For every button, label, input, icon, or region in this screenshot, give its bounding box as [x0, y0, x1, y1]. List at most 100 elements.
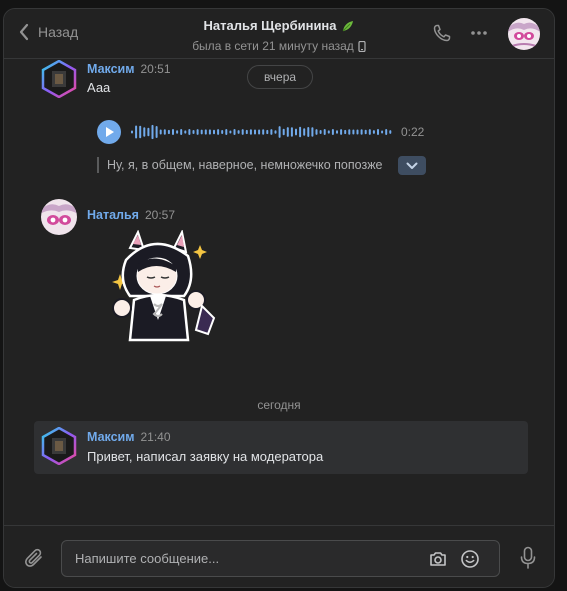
mobile-icon	[358, 40, 366, 52]
waveform-bar	[233, 129, 236, 135]
transcript-text: Ну, я, в общем, наверное, немножечко поп…	[107, 158, 383, 172]
peer-name-text: Наталья Щербинина	[203, 18, 337, 33]
message-text: Привет, написал заявку на модератора	[87, 449, 324, 464]
waveform-bar	[159, 129, 162, 135]
voice-message: 0:22	[97, 118, 437, 146]
waveform-bar	[282, 128, 285, 136]
waveform-bar	[348, 129, 351, 135]
waveform-bar	[237, 130, 240, 134]
message-composer: Напишите сообщение...	[4, 525, 554, 587]
waveform-bar	[151, 124, 154, 140]
waveform-bar	[299, 126, 302, 138]
waveform-bar	[172, 129, 174, 135]
waveform-bar	[274, 130, 277, 134]
waveform-bar	[204, 129, 207, 135]
message-author[interactable]: Максим 21:40	[87, 430, 171, 444]
waveform-bar	[213, 129, 215, 135]
waveform-bar	[184, 130, 187, 134]
waveform-bar	[364, 129, 367, 135]
peer-status: была в сети 21 минуту назад	[192, 39, 366, 53]
waveform-bar	[340, 129, 343, 135]
hexagon-avatar-image	[41, 426, 77, 466]
anime-avatar-image	[41, 199, 77, 235]
message-input[interactable]: Напишите сообщение...	[61, 540, 500, 577]
date-separator-today: сегодня	[257, 398, 301, 412]
waveform-bar	[381, 130, 384, 134]
waveform-bar	[192, 129, 195, 135]
sticker[interactable]	[104, 228, 224, 350]
message-author[interactable]: Максим 20:51	[87, 62, 171, 76]
waveform-bar	[295, 128, 297, 136]
waveform-bar	[135, 125, 138, 139]
peer-status-text: была в сети 21 минуту назад	[192, 39, 354, 53]
peer-avatar[interactable]	[508, 18, 540, 50]
waveform-bar	[147, 127, 150, 137]
waveform-bar	[249, 129, 252, 135]
voice-waveform[interactable]	[131, 118, 393, 146]
waveform-bar	[180, 129, 183, 135]
waveform-bar	[155, 125, 158, 139]
waveform-bar	[389, 130, 392, 134]
peer-name: Наталья Щербинина	[203, 18, 354, 33]
expand-transcript-button[interactable]	[398, 156, 426, 175]
waveform-bar	[258, 129, 261, 135]
anime-avatar-image	[508, 18, 540, 50]
message-author[interactable]: Наталья 20:57	[87, 208, 175, 222]
waveform-bar	[131, 130, 133, 134]
waveform-bar	[290, 127, 293, 137]
waveform-bar	[270, 129, 273, 135]
waveform-bar	[241, 129, 244, 135]
waveform-bar	[311, 127, 314, 137]
waveform-bar	[286, 127, 289, 137]
paperclip-icon[interactable]	[24, 546, 46, 570]
waveform-bar	[385, 129, 388, 135]
waveform-bar	[188, 129, 191, 135]
transcript-bar	[97, 157, 99, 173]
author-name: Максим	[87, 430, 135, 444]
phone-icon[interactable]	[432, 23, 452, 43]
waveform-bar	[360, 129, 363, 135]
waveform-bar	[229, 130, 232, 134]
author-avatar[interactable]	[40, 59, 78, 99]
chat-header: Назад Наталья Щербинина была в сети 21 м…	[4, 9, 554, 59]
author-avatar[interactable]	[40, 198, 78, 236]
waveform-bar	[319, 130, 322, 134]
message-text: Ааа	[87, 80, 111, 95]
waveform-bar	[254, 129, 256, 135]
leaf-emoji-icon	[342, 20, 353, 31]
waveform-bar	[266, 129, 269, 135]
waveform-bar	[372, 130, 375, 134]
waveform-bar	[225, 129, 228, 135]
message-time: 20:51	[140, 62, 171, 76]
waveform-bar	[336, 130, 338, 134]
waveform-bar	[262, 129, 265, 135]
more-icon[interactable]	[469, 23, 489, 43]
message-input-placeholder: Напишите сообщение...	[75, 551, 220, 566]
waveform-bar	[307, 126, 310, 138]
waveform-bar	[331, 129, 334, 135]
message-time: 20:57	[144, 208, 176, 222]
play-icon[interactable]	[97, 120, 121, 144]
waveform-bar	[167, 129, 170, 135]
waveform-bar	[200, 129, 203, 135]
smile-icon[interactable]	[460, 549, 480, 569]
waveform-bar	[303, 128, 306, 136]
waveform-bar	[221, 130, 224, 134]
waveform-bar	[368, 129, 371, 135]
message-feed[interactable]: вчера Максим 20:51 Ааа 0:22 Ну, я, в общ…	[4, 59, 554, 525]
message-time: 21:40	[140, 430, 171, 444]
date-separator-yesterday: вчера	[247, 65, 313, 89]
hexagon-avatar-image	[41, 59, 77, 99]
waveform-bar	[356, 129, 359, 135]
camera-icon[interactable]	[428, 549, 448, 569]
waveform-bar	[196, 129, 199, 135]
mic-icon[interactable]	[520, 546, 536, 570]
waveform-bar	[208, 129, 211, 135]
message-item-highlighted[interactable]: Максим 21:40 Привет, написал заявку на мо…	[34, 421, 528, 474]
voice-duration: 0:22	[401, 125, 425, 139]
waveform-bar	[163, 129, 166, 135]
waveform-bar	[176, 130, 179, 134]
waveform-bar	[327, 130, 330, 134]
waveform-bar	[352, 129, 355, 135]
author-avatar[interactable]	[40, 426, 78, 466]
